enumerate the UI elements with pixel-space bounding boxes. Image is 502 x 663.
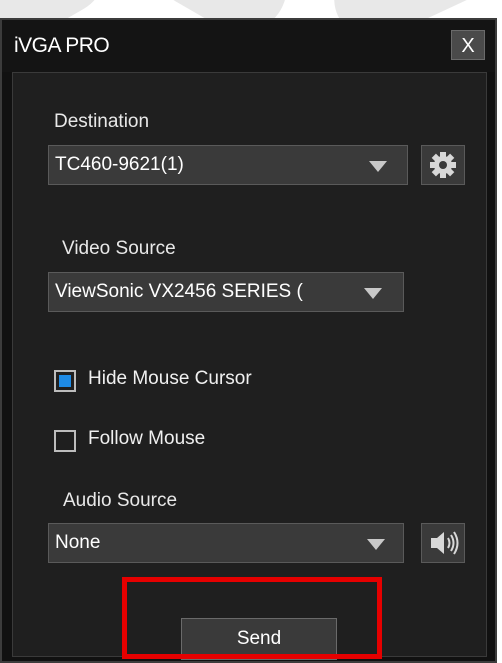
send-button[interactable]: Send [181, 618, 337, 660]
video-source-label: Video Source [62, 238, 176, 259]
chevron-down-icon [369, 161, 387, 172]
chevron-down-icon [364, 288, 382, 299]
audio-source-label: Audio Source [63, 490, 178, 511]
gear-icon [430, 152, 456, 178]
follow-mouse-label: Follow Mouse [88, 428, 206, 449]
follow-mouse-option[interactable]: Follow Mouse [54, 426, 294, 458]
window-title: iVGA PRO [14, 34, 110, 57]
close-button[interactable]: X [451, 30, 485, 60]
chevron-down-icon [367, 539, 385, 550]
destination-dropdown[interactable]: TC460-9621(1) [48, 145, 408, 185]
audio-source-dropdown[interactable]: None [48, 523, 404, 563]
hide-mouse-cursor-label: Hide Mouse Cursor [88, 368, 252, 389]
audio-source-value: None [55, 532, 101, 553]
title-bar[interactable]: iVGA PRO X [2, 20, 495, 72]
video-source-value: ViewSonic VX2456 SERIES ( [55, 281, 303, 302]
settings-panel: Destination TC460-9621(1) Video Source V… [12, 72, 487, 660]
hide-mouse-cursor-option[interactable]: Hide Mouse Cursor [54, 366, 344, 398]
destination-value: TC460-9621(1) [55, 154, 184, 175]
follow-mouse-checkbox[interactable] [54, 430, 76, 452]
speaker-icon [431, 531, 459, 555]
destination-settings-button[interactable] [421, 145, 465, 185]
audio-volume-button[interactable] [421, 523, 465, 563]
ivga-window: iVGA PRO X Destination TC460-9621(1) Vid… [0, 18, 497, 663]
destination-label: Destination [54, 111, 150, 132]
video-source-dropdown[interactable]: ViewSonic VX2456 SERIES ( [48, 272, 404, 312]
hide-mouse-cursor-checkbox[interactable] [54, 370, 76, 392]
